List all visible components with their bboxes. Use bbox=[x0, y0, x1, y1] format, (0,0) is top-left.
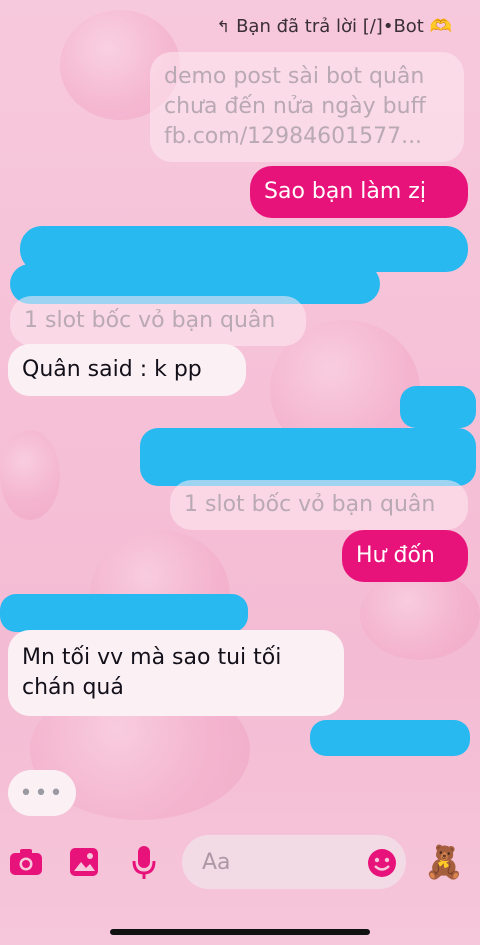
typing-dots: ••• bbox=[19, 780, 65, 806]
home-indicator bbox=[110, 929, 370, 935]
quote-line: chưa đến nửa ngày buff bbox=[164, 94, 426, 119]
typing-indicator: ••• bbox=[8, 770, 76, 816]
quote-text: 1 slot bốc vỏ bạn quân bbox=[24, 308, 276, 333]
message-text: Hư đốn bbox=[356, 543, 435, 568]
quote-line: fb.com/12984601577... bbox=[164, 124, 423, 149]
redaction-scribble bbox=[0, 594, 248, 632]
camera-icon[interactable] bbox=[8, 847, 44, 877]
received-message[interactable]: Mn tối vv mà sao tui tối chán quá bbox=[8, 630, 344, 716]
quick-reaction-button[interactable]: 🧸 bbox=[424, 842, 464, 882]
quote-line: demo post sài bot quân bbox=[164, 64, 425, 89]
received-message[interactable]: Quân said : k pp bbox=[8, 344, 246, 396]
quote-text: 1 slot bốc vỏ bạn quân bbox=[184, 492, 436, 517]
reply-arrow-icon: ↰ bbox=[216, 17, 231, 36]
microphone-icon[interactable] bbox=[130, 844, 158, 882]
reply-quote[interactable]: 1 slot bốc vỏ bạn quân bbox=[10, 296, 306, 346]
emoji-icon[interactable] bbox=[366, 847, 398, 879]
message-line: Mn tối vv mà sao tui tối bbox=[22, 645, 282, 670]
redaction-scribble bbox=[400, 386, 476, 428]
background-heart bbox=[0, 430, 60, 520]
message-input-placeholder: Aa bbox=[202, 849, 231, 875]
message-text: Quân said : k pp bbox=[22, 357, 202, 382]
reply-header-text: Bạn đã trả lời [/]•Bot 🫶 bbox=[236, 16, 452, 37]
background-heart bbox=[360, 570, 480, 660]
teddy-bear-icon: 🧸 bbox=[424, 843, 464, 881]
message-text: Sao bạn làm zị bbox=[264, 179, 426, 204]
sent-message[interactable]: Hư đốn bbox=[342, 530, 468, 582]
reply-quote[interactable]: 1 slot bốc vỏ bạn quân bbox=[170, 480, 468, 530]
gallery-icon[interactable] bbox=[68, 846, 100, 878]
reply-quote[interactable]: demo post sài bot quân chưa đến nửa ngày… bbox=[150, 52, 464, 162]
message-line: chán quá bbox=[22, 675, 124, 700]
redaction-scribble bbox=[140, 428, 476, 486]
redaction-scribble bbox=[310, 720, 470, 756]
reply-header: ↰ Bạn đã trả lời [/]•Bot 🫶 bbox=[217, 16, 452, 37]
sent-message[interactable]: Sao bạn làm zị bbox=[250, 166, 468, 218]
